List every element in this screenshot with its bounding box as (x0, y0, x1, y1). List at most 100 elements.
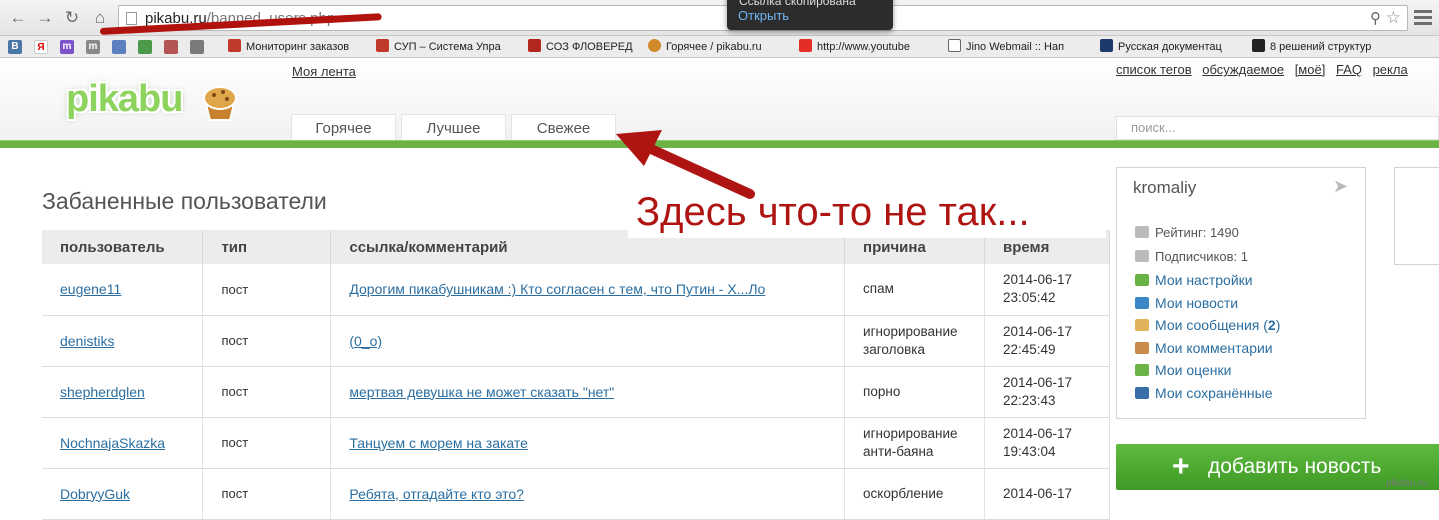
time-cell: 2014-06-17 22:45:49 (984, 315, 1110, 367)
table-row: eugene11 пост Дорогим пикабушникам :) Кт… (42, 264, 1110, 316)
rating-stat: Рейтинг: 1490 (1135, 225, 1239, 240)
discussed-link[interactable]: обсуждаемое (1202, 62, 1284, 77)
bookmark-item[interactable]: Jino Webmail :: Нап (948, 39, 1090, 56)
link-copied-popup: Ссылка скопирована Открыть (727, 0, 893, 30)
reason-cell: игнорирование заголовка (844, 315, 985, 367)
date-text: 2014-06-17 (1003, 485, 1073, 501)
time-text: 22:23:43 (1003, 392, 1056, 408)
post-link[interactable]: Дорогим пикабушникам :) Кто согласен с т… (349, 281, 765, 297)
pin-icon[interactable]: ➤ (1333, 176, 1355, 198)
time-cell: 2014-06-17 23:05:42 (984, 264, 1110, 316)
popup-open-link[interactable]: Открыть (738, 8, 789, 23)
tab-hot[interactable]: Горячее (291, 114, 396, 142)
user-link[interactable]: NochnajaSkazka (60, 435, 165, 451)
bookmark-item[interactable]: Мониторинг заказов (228, 39, 368, 56)
time-text: 19:43:04 (1003, 443, 1056, 459)
bookmarks-bar: В Я m m Мониторинг заказов СУП – Система… (0, 36, 1439, 58)
bookmark-icon[interactable] (190, 40, 204, 54)
user-link[interactable]: eugene11 (60, 281, 121, 297)
menu-ratings[interactable]: Мои оценки (1135, 362, 1231, 378)
table-row: shepherdglen пост мертвая девушка не мож… (42, 366, 1110, 418)
messages-count: 2 (1267, 317, 1276, 333)
news-icon (1135, 297, 1149, 309)
table-row: DobryyGuk пост Ребята, отгадайте кто это… (42, 468, 1110, 520)
gear-icon (1135, 274, 1149, 286)
bookmark-icon[interactable] (138, 40, 152, 54)
post-link[interactable]: Танцуем с морем на закате (349, 435, 528, 451)
annotation-arrow-icon (616, 130, 755, 199)
plus-icon: + (1172, 450, 1190, 483)
faq-link[interactable]: FAQ (1336, 62, 1362, 77)
bookmark-star-icon[interactable]: ☆ (1386, 8, 1401, 28)
date-text: 2014-06-17 (1003, 374, 1073, 390)
page-title: Забаненные пользователи (42, 188, 327, 214)
table-row: denistiks пост (0_о) игнорирование загол… (42, 315, 1110, 367)
user-panel: kromaliy ➤ Рейтинг: 1490 Подписчиков: 1 … (1116, 167, 1366, 419)
menu-comments[interactable]: Мои комментарии (1135, 340, 1273, 356)
bookmark-app-icon[interactable]: m (60, 40, 74, 54)
column-header-type: тип (202, 230, 332, 264)
time-cell: 2014-06-17 (984, 468, 1110, 520)
rating-icon (1135, 364, 1149, 376)
tab-best[interactable]: Лучшее (401, 114, 506, 142)
bookmark-item[interactable]: Русская документац (1100, 39, 1242, 56)
bookmark-item[interactable]: СОЗ ФЛОВЕРЕД (528, 39, 640, 56)
reason-cell: порно (844, 366, 985, 418)
time-text: 22:45:49 (1003, 341, 1056, 357)
yandex-icon[interactable]: Я (34, 40, 48, 54)
date-text: 2014-06-17 (1003, 272, 1073, 288)
watermark: pikabu.ru (1386, 478, 1428, 489)
user-link[interactable]: DobryyGuk (60, 486, 130, 502)
zoom-icon[interactable]: ⚲ (1370, 9, 1381, 27)
menu-icon[interactable] (1414, 10, 1432, 26)
menu-settings[interactable]: Мои настройки (1135, 272, 1253, 288)
bookmark-icon[interactable] (112, 40, 126, 54)
page-icon (126, 12, 137, 25)
type-cell: пост (202, 468, 332, 520)
post-link[interactable]: (0_о) (349, 333, 382, 349)
ads-link[interactable]: рекла (1373, 62, 1408, 77)
reload-icon[interactable]: ↻ (62, 8, 82, 28)
bookmark-page-icon[interactable]: m (86, 40, 100, 54)
bookmark-item[interactable]: СУП – Система Упра (376, 39, 520, 56)
users-icon (1135, 250, 1149, 262)
reason-cell: игнорирование анти-баяна (844, 417, 985, 469)
forward-icon[interactable]: → (35, 8, 55, 28)
post-link[interactable]: мертвая девушка не может сказать "нет" (349, 384, 614, 400)
menu-news[interactable]: Мои новости (1135, 295, 1238, 311)
column-header-user: пользователь (42, 230, 204, 264)
post-link[interactable]: Ребята, отгадайте кто это? (349, 486, 524, 502)
back-icon[interactable]: ← (8, 8, 28, 28)
username[interactable]: kromaliy (1133, 178, 1196, 198)
browser-toolbar: ← → ↻ ⌂ pikabu.ru/banned_users.php ⚲ ☆ (0, 0, 1439, 36)
bookmark-item[interactable]: 8 решений структур (1252, 39, 1392, 56)
table-row: NochnajaSkazka пост Танцуем с морем на з… (42, 417, 1110, 469)
type-cell: пост (202, 315, 332, 367)
add-news-label: добавить новость (1208, 455, 1382, 478)
bookmark-item[interactable]: Горячее / pikabu.ru (648, 39, 790, 56)
user-link[interactable]: denistiks (60, 333, 114, 349)
search-input[interactable]: поиск... (1116, 116, 1439, 140)
vk-icon[interactable]: В (8, 40, 22, 54)
user-link[interactable]: shepherdglen (60, 384, 145, 400)
pikabu-logo[interactable]: pikabu (66, 78, 183, 121)
reason-cell: оскорбление (844, 468, 985, 520)
chart-icon (1135, 226, 1149, 238)
menu-messages[interactable]: Мои сообщения (2) (1135, 317, 1280, 333)
home-icon[interactable]: ⌂ (90, 8, 110, 28)
date-text: 2014-06-17 (1003, 425, 1073, 441)
envelope-icon (1135, 319, 1149, 331)
mine-link[interactable]: [моё] (1295, 62, 1326, 77)
tags-list-link[interactable]: список тегов (1116, 62, 1192, 77)
subscribers-stat: Подписчиков: 1 (1135, 249, 1248, 264)
top-links: список тегов обсуждаемое [моё] FAQ рекла (1116, 62, 1415, 77)
comment-icon (1135, 342, 1149, 354)
popup-copied-text: Ссылка скопирована (739, 0, 856, 8)
muffin-logo-icon (203, 86, 237, 121)
menu-saved[interactable]: Мои сохранённые (1135, 385, 1273, 401)
reason-cell: спам (844, 264, 985, 316)
bookmark-item[interactable]: http://www.youtube (799, 39, 939, 56)
time-cell: 2014-06-17 19:43:04 (984, 417, 1110, 469)
my-feed-link[interactable]: Моя лента (292, 64, 356, 79)
bookmark-icon[interactable] (164, 40, 178, 54)
